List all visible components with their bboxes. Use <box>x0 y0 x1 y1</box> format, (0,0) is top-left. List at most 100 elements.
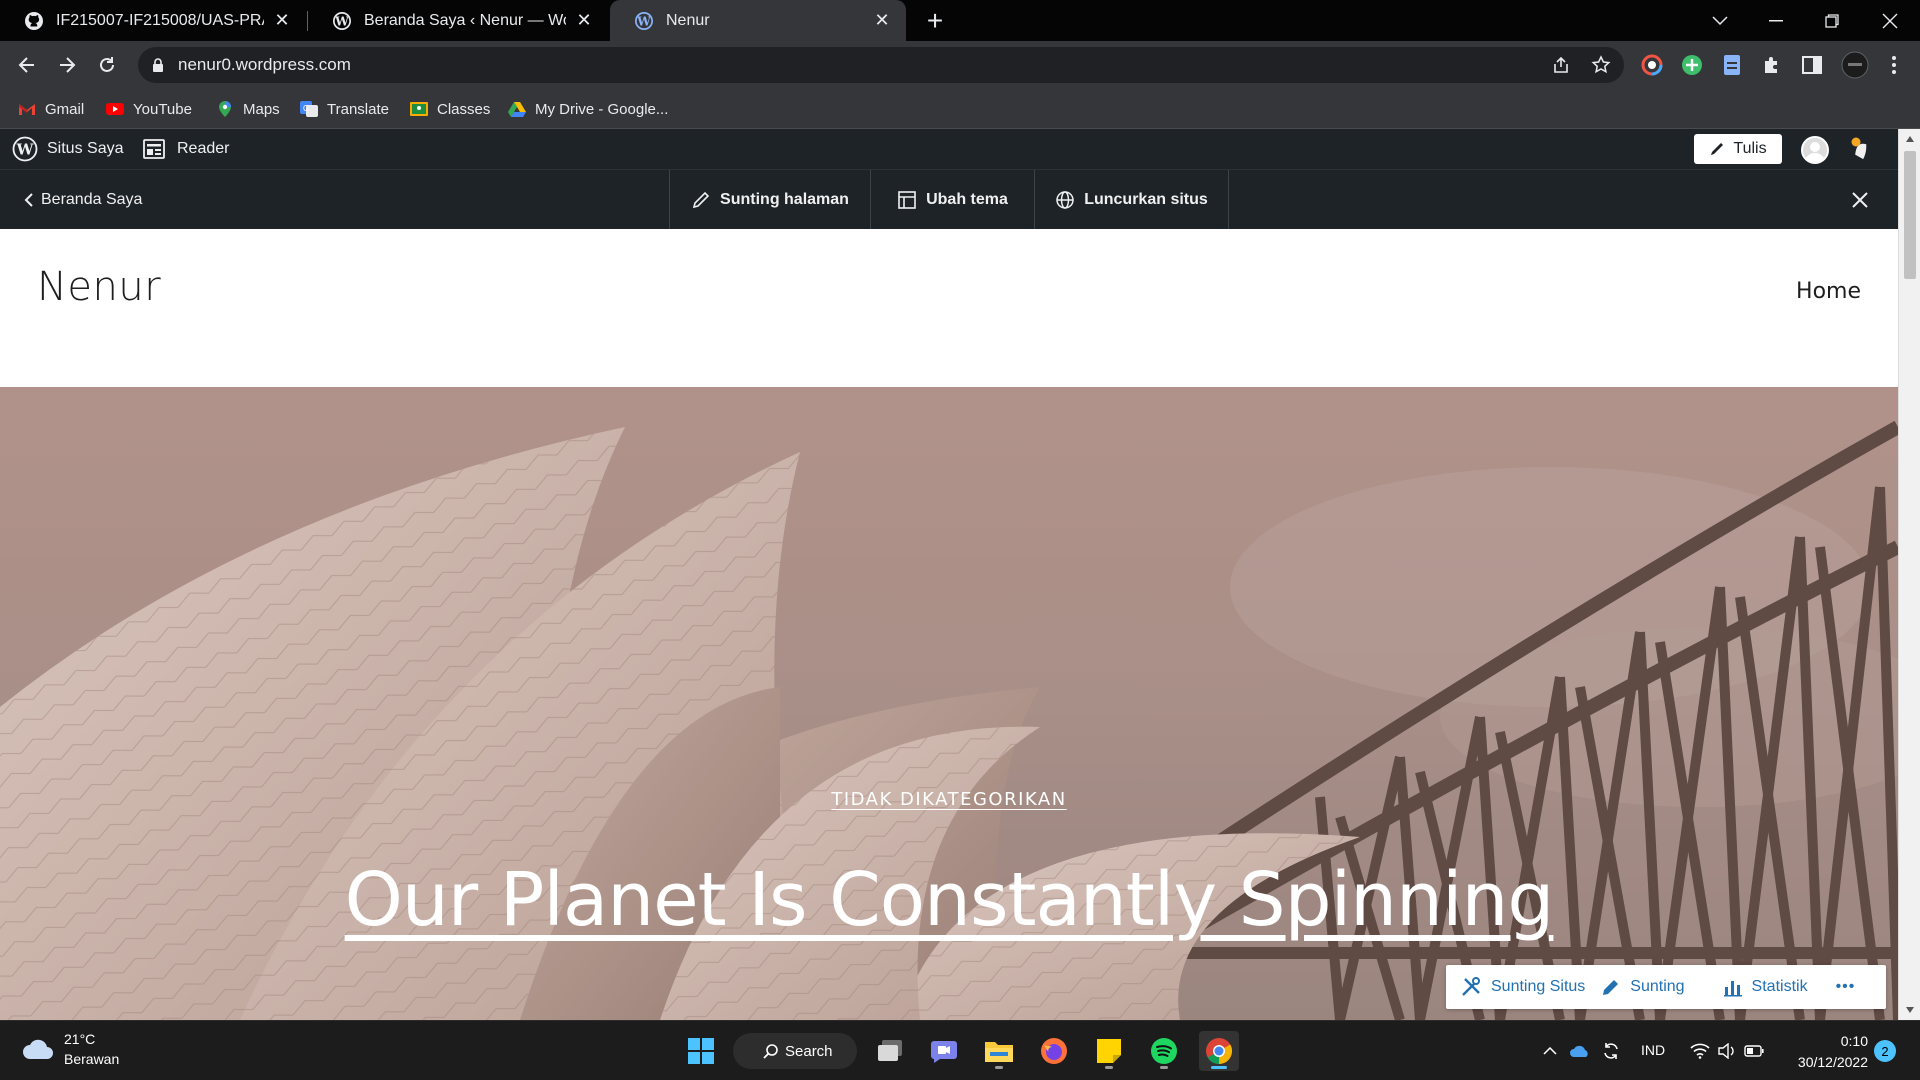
task-view-icon <box>878 1040 902 1061</box>
svg-text:W: W <box>334 14 349 28</box>
weather-widget[interactable]: 21°C Berawan <box>22 1029 119 1069</box>
hero-featured-image[interactable]: TIDAK DIKATEGORIKAN Our Planet Is Consta… <box>0 387 1898 1020</box>
running-indicator <box>995 1066 1003 1069</box>
launch-site-button[interactable]: Luncurkan situs <box>1034 170 1229 230</box>
back-button[interactable] <box>10 48 44 82</box>
stats-label: Statistik <box>1751 978 1808 995</box>
spotify-button[interactable] <box>1144 1031 1184 1071</box>
bookmark-classes[interactable]: Classes <box>410 98 490 120</box>
tab-nenur[interactable]: W Nenur ✕ <box>610 0 906 41</box>
change-theme-button[interactable]: Ubah tema <box>870 170 1034 230</box>
tab-search-chevron-icon[interactable] <box>1692 0 1748 41</box>
more-label: ••• <box>1835 978 1856 995</box>
edit-site-button[interactable]: Sunting Situs <box>1460 976 1585 998</box>
task-view-button[interactable] <box>870 1031 910 1071</box>
forward-button[interactable] <box>50 48 84 82</box>
extension-color-icon[interactable] <box>1640 53 1664 77</box>
user-avatar[interactable] <box>1801 136 1829 164</box>
wp-floating-toolbar: Sunting Situs Sunting Statistik ••• <box>1446 965 1886 1009</box>
wifi-icon[interactable] <box>1686 1031 1714 1071</box>
github-icon <box>25 11 43 30</box>
nav-home-link[interactable]: Home <box>1796 279 1861 304</box>
edit-page-label: Sunting halaman <box>720 191 849 208</box>
browser-toolbar: nenur0.wordpress.com <box>0 41 1920 89</box>
bookmark-my-drive[interactable]: My Drive - Google... <box>508 98 668 120</box>
scroll-up-icon[interactable] <box>1905 135 1915 143</box>
close-icon[interactable]: ✕ <box>872 10 892 31</box>
side-panel-icon[interactable] <box>1800 53 1824 77</box>
pencil-icon <box>692 191 710 209</box>
scroll-down-icon[interactable] <box>1905 1006 1915 1014</box>
bookmark-youtube[interactable]: YouTube <box>106 98 192 120</box>
restore-button[interactable] <box>1804 0 1860 41</box>
edit-site-label: Sunting Situs <box>1491 978 1586 995</box>
reload-icon <box>100 57 114 72</box>
profile-avatar[interactable] <box>1840 51 1870 79</box>
google-drive-icon <box>508 102 526 117</box>
edit-button[interactable]: Sunting <box>1601 977 1685 997</box>
reader-label: Reader <box>177 140 230 157</box>
chrome-menu-icon[interactable] <box>1882 53 1906 77</box>
post-title-link[interactable]: Our Planet Is Constantly Spinning <box>345 857 1555 943</box>
input-language[interactable]: IND <box>1641 1042 1665 1058</box>
file-explorer-button[interactable] <box>979 1031 1019 1071</box>
battery-icon[interactable] <box>1740 1031 1768 1071</box>
close-window-button[interactable] <box>1862 0 1918 41</box>
scrollbar-thumb[interactable] <box>1904 151 1916 279</box>
reader-menu[interactable]: Reader <box>143 129 229 169</box>
gmail-icon <box>19 104 35 115</box>
teams-chat-button[interactable] <box>924 1031 964 1071</box>
tab-wordpress-beranda[interactable]: W Beranda Saya ‹ Nenur — WordPress.com ✕ <box>308 0 608 41</box>
system-clock[interactable]: 0:10 30/12/2022 <box>1786 1031 1868 1073</box>
volume-icon[interactable] <box>1713 1031 1741 1071</box>
extension-plus-icon[interactable] <box>1680 53 1704 77</box>
taskbar-search[interactable]: Search <box>733 1033 857 1069</box>
bookmark-translate[interactable]: G Translate <box>300 98 389 120</box>
my-sites-menu[interactable]: W Situs Saya <box>12 129 123 169</box>
bookmark-gmail[interactable]: Gmail <box>18 98 84 120</box>
tray-overflow-chevron-icon[interactable] <box>1540 1031 1560 1071</box>
launch-site-label: Luncurkan situs <box>1084 191 1208 208</box>
star-icon[interactable] <box>1591 55 1611 75</box>
post-category-link[interactable]: TIDAK DIKATEGORIKAN <box>831 789 1066 810</box>
site-preview: Nenur Home TIDAK DIKATEGORIKAN Our Plane… <box>0 229 1898 1020</box>
close-preview-button[interactable] <box>1844 170 1876 230</box>
site-preview-bar: Beranda Saya Sunting halaman Ubah tema L… <box>0 169 1898 230</box>
spotify-icon <box>1151 1038 1177 1064</box>
weather-desc: Berawan <box>64 1051 120 1067</box>
site-title[interactable]: Nenur <box>37 264 161 310</box>
back-label: Beranda Saya <box>41 191 143 208</box>
write-button[interactable]: Tulis <box>1694 134 1782 164</box>
notification-badge[interactable]: 2 <box>1874 1040 1896 1062</box>
more-options-button[interactable]: ••• <box>1836 978 1856 996</box>
reload-button[interactable] <box>90 48 124 82</box>
close-icon[interactable]: ✕ <box>574 10 594 31</box>
sticky-notes-button[interactable] <box>1089 1031 1129 1071</box>
address-bar[interactable]: nenur0.wordpress.com <box>138 47 1624 83</box>
onedrive-icon[interactable] <box>1566 1031 1594 1071</box>
cloud-icon <box>23 1039 53 1059</box>
lock-icon <box>153 58 163 72</box>
close-icon[interactable]: ✕ <box>272 10 292 31</box>
start-button[interactable] <box>681 1031 721 1071</box>
share-icon[interactable] <box>1551 55 1571 75</box>
minimize-button[interactable] <box>1748 0 1804 41</box>
tab-github[interactable]: IF215007-IF215008/UAS-PRAKTIKUM ✕ <box>0 0 306 41</box>
firefox-button[interactable] <box>1034 1031 1074 1071</box>
notifications-bell[interactable] <box>1848 136 1876 164</box>
bookmark-maps[interactable]: Maps <box>216 98 280 120</box>
post-title-wrapper: Our Planet Is Constantly Spinning <box>0 857 1898 943</box>
new-tab-button[interactable]: + <box>919 5 951 37</box>
extension-docs-icon[interactable] <box>1720 53 1744 77</box>
tab-title: Nenur <box>666 11 710 29</box>
page-scrollbar[interactable] <box>1898 129 1920 1020</box>
extensions-puzzle-icon[interactable] <box>1760 53 1784 77</box>
stats-button[interactable]: Statistik <box>1723 977 1808 997</box>
sync-icon[interactable] <box>1597 1031 1625 1071</box>
back-to-dashboard-link[interactable]: Beranda Saya <box>24 170 142 230</box>
url-text: nenur0.wordpress.com <box>178 55 351 74</box>
weather-temp: 21°C <box>64 1031 96 1047</box>
edit-page-button[interactable]: Sunting halaman <box>669 170 870 230</box>
chrome-button[interactable] <box>1199 1031 1239 1071</box>
folder-icon <box>985 1042 1013 1062</box>
